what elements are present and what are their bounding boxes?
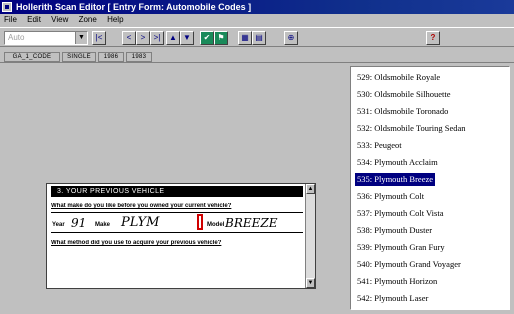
list-item[interactable]: 533: Peugeot <box>355 139 404 152</box>
snippet-question-1: What make do you like before you owned y… <box>51 203 232 209</box>
menu-file[interactable]: File <box>0 14 21 25</box>
list-item[interactable]: 531: Oldsmobile Toronado <box>355 105 450 118</box>
next-record-button[interactable]: > <box>136 31 150 45</box>
system-menu-icon[interactable] <box>2 2 12 12</box>
help-button[interactable]: ? <box>426 31 440 45</box>
title-bar: Hollerith Scan Editor [ Entry Form: Auto… <box>0 0 514 14</box>
model-handwritten-value: BREEZE <box>225 216 278 230</box>
list-item-selected[interactable]: 535: Plymouth Breeze <box>355 173 436 186</box>
make-handwritten-value: PLYM <box>121 215 160 230</box>
list-item[interactable]: 536: Plymouth Colt <box>355 190 426 203</box>
field-combo-value: Auto <box>8 33 25 42</box>
zoom-button[interactable]: ⊕ <box>284 31 298 45</box>
menu-bar: File Edit View Zone Help <box>0 14 514 25</box>
view-grid-button[interactable]: ▦ <box>238 31 252 45</box>
last-record-button[interactable]: >| <box>150 31 164 45</box>
chevron-down-icon[interactable]: ▼ <box>75 32 87 44</box>
tab-ga-1-code[interactable]: GA_1_CODE <box>4 52 60 62</box>
move-up-button[interactable]: ▲ <box>166 31 180 45</box>
scroll-down-icon[interactable]: ▼ <box>306 278 315 288</box>
snippet-scrollbar[interactable]: ▲ ▼ <box>305 184 315 288</box>
first-record-button[interactable]: |< <box>92 31 106 45</box>
field-tab-row: GA_1_CODE SINGLE 1986 1983 <box>0 49 514 63</box>
highlight-box <box>197 214 203 230</box>
toolbar: Auto ▼ |< < > >| ▲ ▼ ✔ ⚑ ▦ ▤ ⊕ ? <box>0 27 514 47</box>
year-handwritten-value: 91 <box>71 216 87 230</box>
move-down-button[interactable]: ▼ <box>180 31 194 45</box>
menu-help[interactable]: Help <box>103 14 127 25</box>
tab-single[interactable]: SINGLE <box>62 52 96 62</box>
model-label: Model <box>207 222 225 228</box>
menu-zone[interactable]: Zone <box>75 14 101 25</box>
list-item[interactable]: 529: Oldsmobile Royale <box>355 71 442 84</box>
app-window: Hollerith Scan Editor [ Entry Form: Auto… <box>0 0 514 314</box>
view-list-button[interactable]: ▤ <box>252 31 266 45</box>
tab-1986[interactable]: 1986 <box>98 52 124 62</box>
list-item[interactable]: 541: Plymouth Horizon <box>355 275 439 288</box>
list-item[interactable]: 532: Oldsmobile Touring Sedan <box>355 122 468 135</box>
tab-1983[interactable]: 1983 <box>126 52 152 62</box>
snippet-section-header: 3. YOUR PREVIOUS VEHICLE <box>51 186 303 197</box>
list-item[interactable]: 542: Plymouth Laser <box>355 292 430 305</box>
list-item[interactable]: 537: Plymouth Colt Vista <box>355 207 445 220</box>
menu-edit[interactable]: Edit <box>23 14 45 25</box>
divider <box>51 232 303 233</box>
list-item[interactable]: 534: Plymouth Acclaim <box>355 156 440 169</box>
field-combo[interactable]: Auto ▼ <box>4 31 88 45</box>
prev-record-button[interactable]: < <box>122 31 136 45</box>
divider <box>51 212 303 213</box>
code-list[interactable]: 529: Oldsmobile Royale 530: Oldsmobile S… <box>350 66 510 310</box>
accept-button[interactable]: ✔ <box>200 31 214 45</box>
list-item[interactable]: 538: Plymouth Duster <box>355 224 434 237</box>
window-title: Hollerith Scan Editor [ Entry Form: Auto… <box>16 2 252 12</box>
list-item[interactable]: 530: Oldsmobile Silhouette <box>355 88 453 101</box>
snippet-question-2: What method did you use to acquire your … <box>51 240 222 246</box>
scroll-up-icon[interactable]: ▲ <box>306 184 315 194</box>
flag-button[interactable]: ⚑ <box>214 31 228 45</box>
list-item[interactable]: 540: Plymouth Grand Voyager <box>355 258 463 271</box>
year-label: Year <box>52 222 65 228</box>
list-item[interactable]: 539: Plymouth Gran Fury <box>355 241 447 254</box>
menu-view[interactable]: View <box>47 14 72 25</box>
make-label: Make <box>95 222 111 228</box>
form-snippet: 3. YOUR PREVIOUS VEHICLE What make do yo… <box>46 183 316 289</box>
